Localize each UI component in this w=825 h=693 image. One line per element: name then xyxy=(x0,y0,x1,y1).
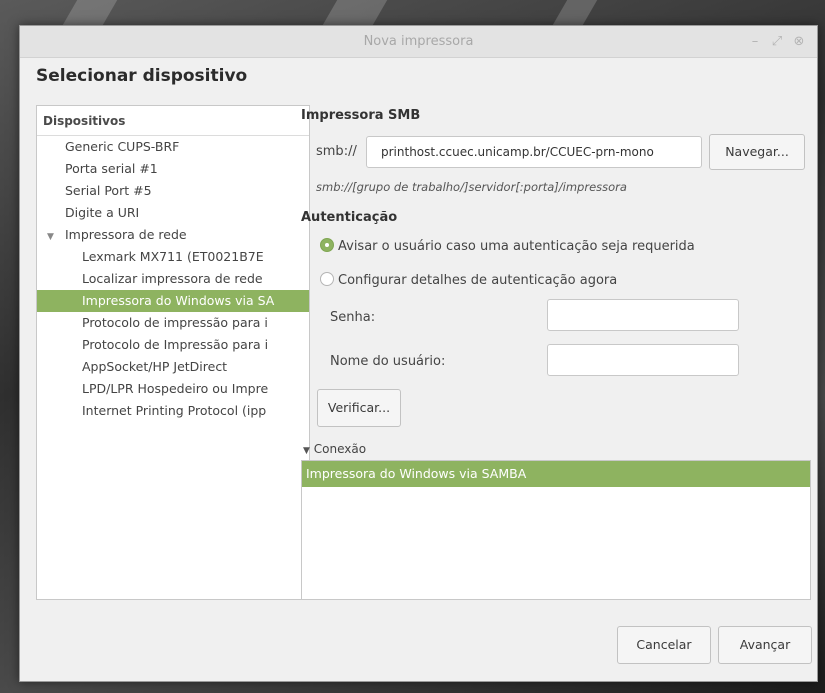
radio-unselected-icon xyxy=(320,272,334,286)
device-item[interactable]: Protocolo de impressão para i xyxy=(37,312,309,334)
close-icon[interactable]: ⊗ xyxy=(789,32,809,52)
maximize-icon[interactable]: ⤢ xyxy=(767,32,787,52)
device-list: Generic CUPS-BRF Porta serial #1 Serial Po… xyxy=(37,136,309,422)
cancel-button[interactable]: Cancelar xyxy=(617,626,711,664)
device-item-label: Lexmark MX711 (ET0021B7E xyxy=(82,249,264,264)
connection-toggle-label: Conexão xyxy=(313,442,367,456)
device-item[interactable]: Localizar impressora de rede xyxy=(37,268,309,290)
auth-configure-option[interactable]: Configurar detalhes de autenticação agor… xyxy=(320,272,617,288)
device-item[interactable]: Protocolo de Impressão para i xyxy=(37,334,309,356)
password-label: Senha: xyxy=(330,310,376,325)
device-item-label: Digite a URI xyxy=(65,205,140,220)
verify-button[interactable]: Verificar... xyxy=(317,389,401,427)
desktop-stripe xyxy=(62,0,118,25)
device-item[interactable]: Serial Port #5 xyxy=(37,180,309,202)
title-bar[interactable]: Nova impressora – ⤢ ⊗ xyxy=(20,26,817,58)
connection-item[interactable]: Impressora do Windows via SAMBA xyxy=(302,461,810,487)
browse-button[interactable]: Navegar... xyxy=(709,134,805,170)
auth-section-title: Autenticação xyxy=(301,210,398,225)
device-item-label: Localizar impressora de rede xyxy=(82,271,263,286)
desktop-stripe xyxy=(552,0,598,25)
device-item[interactable]: AppSocket/HP JetDirect xyxy=(37,356,309,378)
device-item-label: Internet Printing Protocol (ipp xyxy=(82,403,267,418)
device-item-label: LPD/LPR Hospedeiro ou Impre xyxy=(82,381,269,396)
device-item-label: Generic CUPS-BRF xyxy=(65,139,180,154)
device-item-label: Impressora de rede xyxy=(65,227,187,242)
auth-prompt-label: Avisar o usuário caso uma autenticação s… xyxy=(338,239,695,254)
device-item[interactable]: Internet Printing Protocol (ipp xyxy=(37,400,309,422)
auth-prompt-option[interactable]: Avisar o usuário caso uma autenticação s… xyxy=(320,238,695,254)
username-field[interactable] xyxy=(547,344,739,376)
devices-panel: Dispositivos Generic CUPS-BRF Porta seria… xyxy=(36,105,310,600)
smb-uri-hint: smb://[grupo de trabalho/]servidor[:port… xyxy=(316,180,627,194)
chevron-down-icon: ▼ xyxy=(303,446,310,456)
device-item-label: Protocolo de impressão para i xyxy=(82,315,268,330)
device-item-label: AppSocket/HP JetDirect xyxy=(82,359,228,374)
page-title: Selecionar dispositivo xyxy=(36,66,248,86)
window-title: Nova impressora xyxy=(363,34,474,49)
device-item[interactable]: Generic CUPS-BRF xyxy=(37,136,309,158)
minimize-icon[interactable]: – xyxy=(745,32,765,52)
auth-configure-label: Configurar detalhes de autenticação agor… xyxy=(338,273,618,288)
device-item-label: Serial Port #5 xyxy=(65,183,152,198)
desktop-stripe xyxy=(322,0,388,25)
expander-icon[interactable]: ▼ xyxy=(47,226,65,246)
device-item[interactable]: ▼ Impressora de rede xyxy=(37,224,309,246)
username-label: Nome do usuário: xyxy=(330,354,446,369)
device-item-label: Porta serial #1 xyxy=(65,161,158,176)
device-item[interactable]: Impressora do Windows via SA xyxy=(37,290,309,312)
connection-list: Impressora do Windows via SAMBA xyxy=(301,460,811,600)
forward-button[interactable]: Avançar xyxy=(718,626,812,664)
password-field[interactable] xyxy=(547,299,739,331)
device-item-label: Protocolo de Impressão para i xyxy=(82,337,269,352)
new-printer-dialog: Nova impressora – ⤢ ⊗ Selecionar disposi… xyxy=(19,25,818,682)
smb-uri-input[interactable]: printhost.ccuec.unicamp.br/CCUEC-prn-mon… xyxy=(366,136,702,168)
device-item[interactable]: Porta serial #1 xyxy=(37,158,309,180)
smb-section-title: Impressora SMB xyxy=(301,108,421,123)
radio-selected-icon xyxy=(320,238,334,252)
device-item[interactable]: Lexmark MX711 (ET0021B7E xyxy=(37,246,309,268)
smb-prefix-label: smb:// xyxy=(316,144,357,159)
connection-toggle[interactable]: ▼ Conexão xyxy=(303,442,366,456)
devices-header[interactable]: Dispositivos xyxy=(37,106,309,136)
device-item[interactable]: Digite a URI xyxy=(37,202,309,224)
device-item-label: Impressora do Windows via SA xyxy=(82,293,275,308)
device-item[interactable]: LPD/LPR Hospedeiro ou Impre xyxy=(37,378,309,400)
